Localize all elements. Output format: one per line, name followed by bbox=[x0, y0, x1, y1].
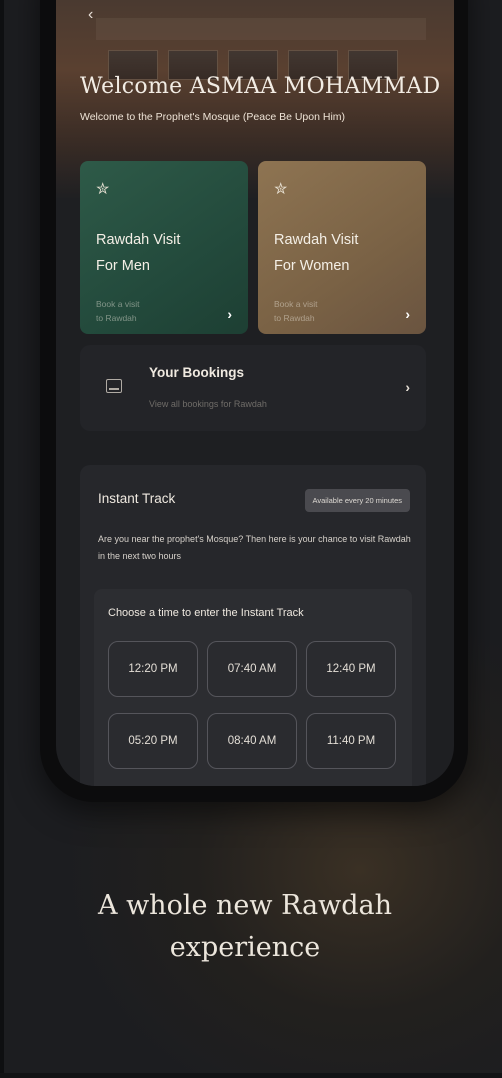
chevron-right-icon: › bbox=[405, 306, 410, 322]
bottom-edge bbox=[0, 1073, 502, 1078]
marketing-tagline: A whole new Rawdah experience bbox=[97, 890, 393, 963]
your-bookings-row[interactable]: Your Bookings View all bookings for Rawd… bbox=[80, 345, 426, 431]
time-slot-button[interactable]: 05:20 PM bbox=[108, 713, 198, 769]
welcome-title: Welcome ASMAA MOHAMMAD bbox=[80, 74, 441, 99]
time-panel-title: Choose a time to enter the Instant Track bbox=[108, 607, 304, 619]
card-description: Book a visit to Rawdah bbox=[274, 299, 318, 323]
chevron-right-icon: › bbox=[227, 306, 232, 322]
person-prayer-icon: ✮ bbox=[96, 181, 110, 198]
instant-track-section: Instant Track Available every 20 minutes… bbox=[80, 465, 426, 786]
welcome-subtitle: Welcome to the Prophet's Mosque (Peace B… bbox=[80, 111, 346, 123]
calendar-icon bbox=[106, 379, 122, 393]
time-selection-panel: Choose a time to enter the Instant Track… bbox=[94, 589, 412, 786]
rawdah-visit-men-card[interactable]: ✮ Rawdah Visit For Men Book a visit to R… bbox=[80, 161, 248, 334]
availability-badge: Available every 20 minutes bbox=[304, 489, 410, 512]
rawdah-visit-women-card[interactable]: ✮ Rawdah Visit For Women Book a visit to… bbox=[258, 161, 426, 334]
instant-track-description: Are you near the prophet's Mosque? Then … bbox=[98, 534, 411, 561]
card-title: Rawdah Visit For Men bbox=[96, 232, 181, 274]
hero-decoration bbox=[96, 18, 426, 40]
time-slot-button[interactable]: 12:40 PM bbox=[306, 641, 396, 697]
card-title: Rawdah Visit For Women bbox=[274, 232, 359, 274]
instant-track-title: Instant Track bbox=[98, 491, 176, 506]
bookings-title: Your Bookings bbox=[149, 365, 245, 380]
app-screen: ‹ Welcome ASMAA MOHAMMAD Welcome to the … bbox=[56, 0, 454, 786]
time-slot-button[interactable]: 07:40 AM bbox=[207, 641, 297, 697]
time-slot-button[interactable]: 11:40 PM bbox=[306, 713, 396, 769]
back-chevron-icon[interactable]: ‹ bbox=[88, 6, 93, 24]
time-slot-button[interactable]: 08:40 AM bbox=[207, 713, 297, 769]
card-description: Book a visit to Rawdah bbox=[96, 299, 140, 323]
chevron-right-icon: › bbox=[405, 379, 410, 395]
time-slot-button[interactable]: 12:20 PM bbox=[108, 641, 198, 697]
bookings-subtitle: View all bookings for Rawdah bbox=[149, 399, 267, 409]
person-prayer-icon: ✮ bbox=[274, 181, 288, 198]
